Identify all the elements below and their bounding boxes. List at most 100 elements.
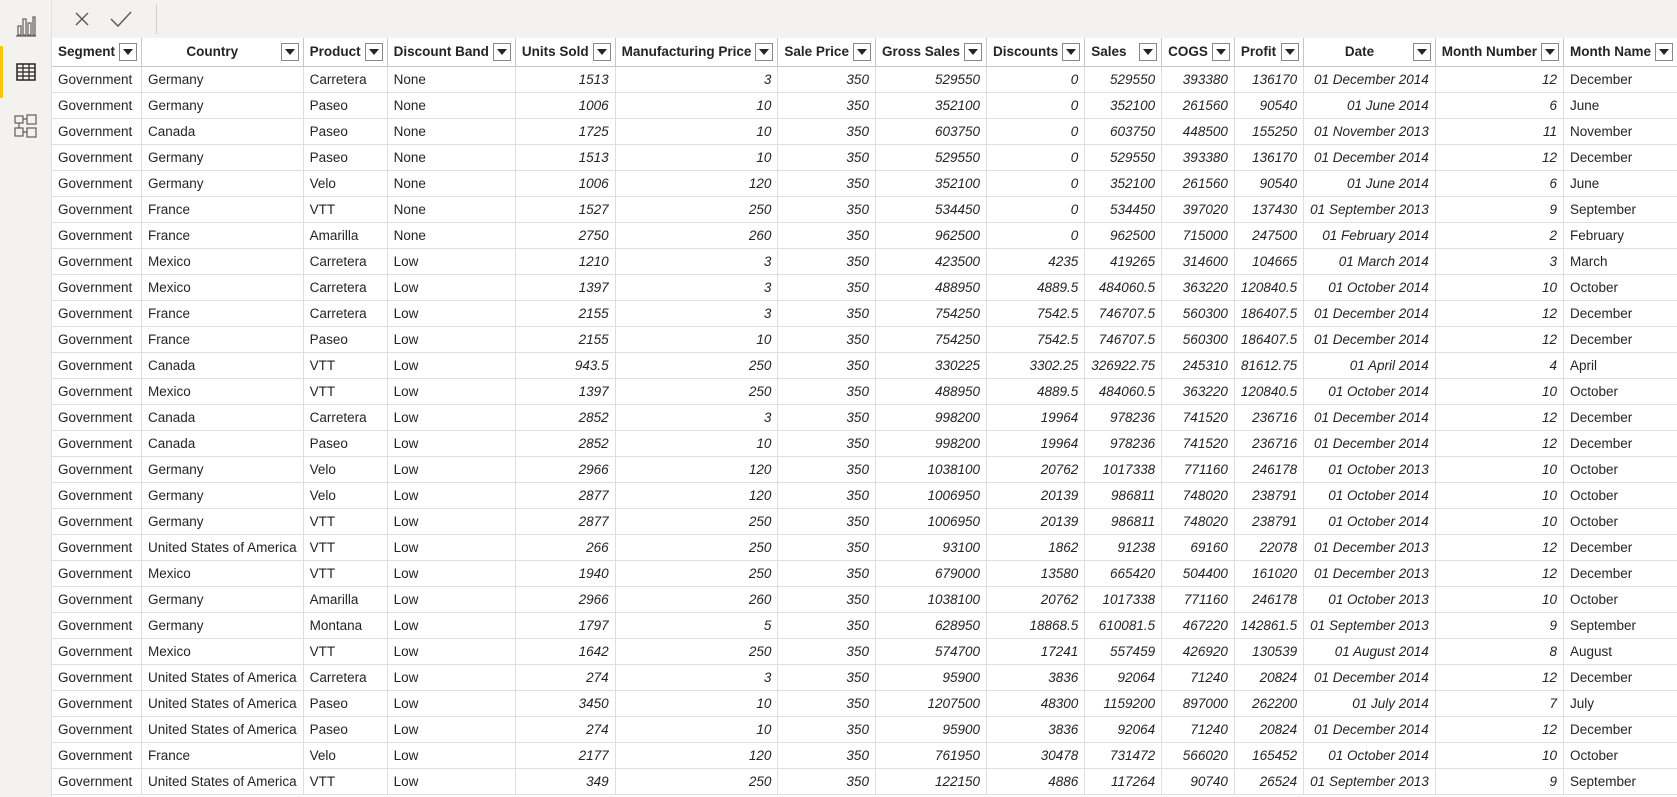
table-cell[interactable]: October [1563, 274, 1677, 301]
table-cell[interactable]: 978236 [1084, 404, 1163, 431]
table-cell[interactable]: 01 October 2014 [1303, 508, 1436, 535]
table-cell[interactable]: December [1563, 534, 1677, 561]
table-cell[interactable]: 01 December 2014 [1303, 404, 1436, 431]
table-cell[interactable]: 986811 [1084, 508, 1163, 535]
table-cell[interactable]: Carretera [303, 404, 388, 431]
table-cell[interactable]: 1513 [515, 144, 616, 171]
table-cell[interactable]: Velo [303, 482, 388, 509]
table-cell[interactable]: Low [387, 560, 516, 587]
table-cell[interactable]: 350 [777, 768, 876, 795]
table-cell[interactable]: 186407.5 [1234, 300, 1305, 327]
table-cell[interactable]: 6 [1435, 170, 1565, 197]
column-header[interactable]: COGS [1161, 38, 1235, 67]
table-cell[interactable]: October [1563, 742, 1677, 769]
table-cell[interactable]: Canada [141, 404, 304, 431]
table-cell[interactable]: 26524 [1234, 768, 1305, 795]
table-cell[interactable]: July [1563, 690, 1677, 717]
table-cell[interactable]: 350 [777, 196, 876, 223]
column-filter-button[interactable] [592, 43, 611, 61]
table-cell[interactable]: 165452 [1234, 742, 1305, 769]
table-cell[interactable]: 3 [615, 248, 779, 275]
table-cell[interactable]: September [1563, 612, 1677, 639]
table-cell[interactable]: 262200 [1234, 690, 1305, 717]
table-cell[interactable]: 349 [515, 768, 616, 795]
table-cell[interactable]: 350 [777, 456, 876, 483]
table-cell[interactable]: 352100 [875, 170, 988, 197]
table-cell[interactable]: VTT [303, 560, 388, 587]
table-cell[interactable]: 350 [777, 404, 876, 431]
table-cell[interactable]: Germany [141, 456, 304, 483]
table-cell[interactable]: 01 December 2014 [1303, 326, 1436, 353]
table-cell[interactable]: 397020 [1161, 196, 1235, 223]
table-cell[interactable]: August [1563, 638, 1677, 665]
table-cell[interactable]: Government [52, 404, 143, 431]
table-cell[interactable]: 426920 [1161, 638, 1235, 665]
column-filter-button[interactable] [119, 43, 138, 61]
table-cell[interactable]: 260 [615, 586, 779, 613]
table-cell[interactable]: 81612.75 [1234, 352, 1305, 379]
table-cell[interactable]: 1725 [515, 118, 616, 145]
table-cell[interactable]: 352100 [875, 92, 988, 119]
table-cell[interactable]: Carretera [303, 248, 388, 275]
table-cell[interactable]: 610081.5 [1084, 612, 1163, 639]
table-cell[interactable]: Government [52, 716, 143, 743]
table-cell[interactable]: 120 [615, 482, 779, 509]
column-filter-button[interactable] [852, 43, 871, 61]
table-cell[interactable]: VTT [303, 638, 388, 665]
table-cell[interactable]: 137430 [1234, 196, 1305, 223]
table-cell[interactable]: 95900 [875, 664, 988, 691]
table-cell[interactable]: Low [387, 248, 516, 275]
table-cell[interactable]: Government [52, 222, 143, 249]
report-view-button[interactable] [0, 0, 52, 52]
table-cell[interactable]: 5 [615, 612, 779, 639]
table-cell[interactable]: 986811 [1084, 482, 1163, 509]
table-cell[interactable]: France [141, 196, 304, 223]
table-cell[interactable]: 978236 [1084, 430, 1163, 457]
table-cell[interactable]: 998200 [875, 430, 988, 457]
table-cell[interactable]: Carretera [303, 66, 388, 93]
table-cell[interactable]: 1006 [515, 170, 616, 197]
table-cell[interactable]: 566020 [1161, 742, 1235, 769]
table-cell[interactable]: Low [387, 404, 516, 431]
table-cell[interactable]: Low [387, 352, 516, 379]
table-cell[interactable]: 10 [1435, 586, 1565, 613]
table-cell[interactable]: 484060.5 [1084, 378, 1163, 405]
table-cell[interactable]: Paseo [303, 326, 388, 353]
table-cell[interactable]: 01 August 2014 [1303, 638, 1436, 665]
table-cell[interactable]: 350 [777, 326, 876, 353]
table-cell[interactable]: 01 September 2013 [1303, 768, 1436, 795]
table-cell[interactable]: Low [387, 586, 516, 613]
table-cell[interactable]: Canada [141, 352, 304, 379]
table-cell[interactable]: 95900 [875, 716, 988, 743]
table-cell[interactable]: 529550 [1084, 144, 1163, 171]
table-cell[interactable]: 20762 [986, 456, 1086, 483]
table-cell[interactable]: 2877 [515, 508, 616, 535]
table-cell[interactable]: 01 October 2014 [1303, 274, 1436, 301]
table-cell[interactable]: 01 December 2014 [1303, 66, 1436, 93]
table-cell[interactable]: 3836 [986, 664, 1086, 691]
table-cell[interactable]: 1017338 [1084, 456, 1163, 483]
column-filter-button[interactable] [1062, 43, 1081, 61]
table-cell[interactable]: Government [52, 248, 143, 275]
table-cell[interactable]: 10 [1435, 742, 1565, 769]
table-cell[interactable]: 754250 [875, 300, 988, 327]
table-cell[interactable]: Government [52, 664, 143, 691]
table-cell[interactable]: Low [387, 690, 516, 717]
table-cell[interactable]: 01 December 2014 [1303, 300, 1436, 327]
table-cell[interactable]: 01 April 2014 [1303, 352, 1436, 379]
table-cell[interactable]: 1397 [515, 378, 616, 405]
table-cell[interactable]: 250 [615, 768, 779, 795]
table-cell[interactable]: 161020 [1234, 560, 1305, 587]
table-cell[interactable]: 748020 [1161, 508, 1235, 535]
table-cell[interactable]: VTT [303, 352, 388, 379]
table-cell[interactable]: 2177 [515, 742, 616, 769]
table-cell[interactable]: 104665 [1234, 248, 1305, 275]
table-cell[interactable]: 0 [986, 170, 1086, 197]
table-cell[interactable]: 71240 [1161, 716, 1235, 743]
table-cell[interactable]: 1006 [515, 92, 616, 119]
table-cell[interactable]: Germany [141, 612, 304, 639]
table-cell[interactable]: October [1563, 586, 1677, 613]
table-cell[interactable]: 71240 [1161, 664, 1235, 691]
column-header[interactable]: Segment [52, 38, 143, 67]
table-cell[interactable]: 352100 [1084, 170, 1163, 197]
